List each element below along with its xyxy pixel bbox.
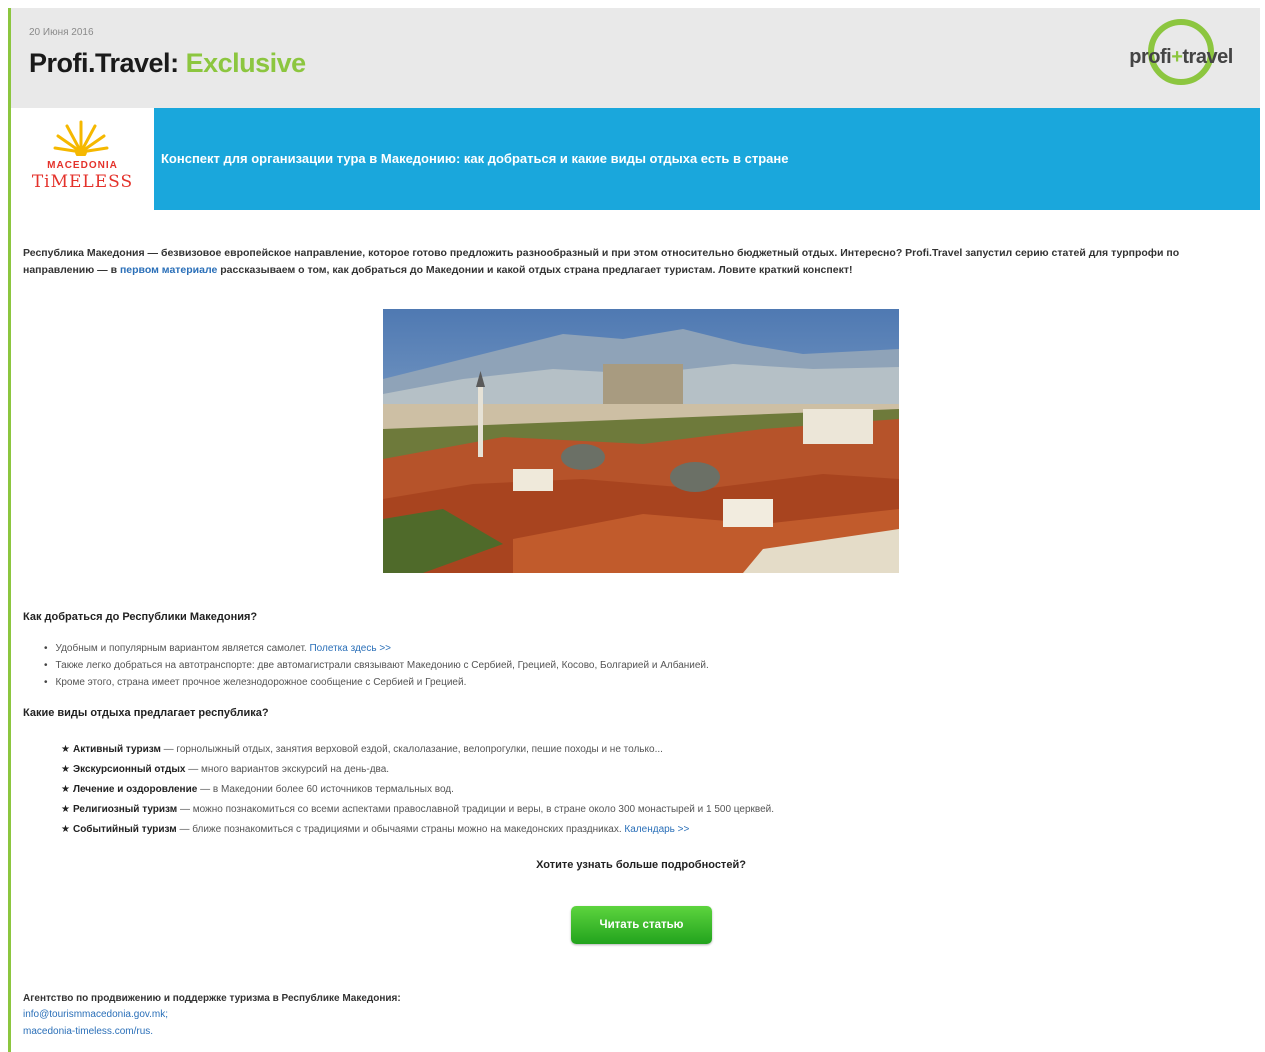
intro-paragraph: Республика Македония — безвизовое европе…: [23, 245, 1248, 279]
article-banner[interactable]: MACEDONIA TiMELESS Конспект для организа…: [11, 108, 1260, 210]
logo-line-2: TiMELESS: [31, 172, 134, 192]
list-item: Также легко добраться на автотранспорте:…: [44, 657, 709, 674]
star-icon: ★: [61, 824, 70, 835]
email-frame: 20 Июня 2016 Profi.Travel: Exclusive pro…: [8, 8, 1260, 1052]
logo-line-1: MACEDONIA: [47, 160, 118, 171]
logo-plus: +: [1171, 46, 1183, 68]
logo-text-right: travel: [1182, 46, 1233, 68]
list-item: Удобным и популярным вариантом является …: [44, 640, 709, 657]
skopje-city-photo[interactable]: [383, 309, 899, 573]
how-to-get-list: Удобным и популярным вариантом является …: [44, 640, 709, 691]
star-icon: ★: [61, 764, 70, 775]
newsletter-title: Profi.Travel: Exclusive: [29, 48, 306, 79]
email-header: 20 Июня 2016 Profi.Travel: Exclusive pro…: [11, 8, 1260, 108]
title-accent: Exclusive: [185, 48, 307, 78]
tour-types-heading: Какие виды отдыха предлагает республика?: [23, 707, 269, 719]
agency-email-link[interactable]: info@tourismmacedonia.gov.mk;: [23, 1009, 168, 1020]
first-article-link[interactable]: первом материале: [120, 264, 217, 276]
banner-headline[interactable]: Конспект для организации тура в Македони…: [161, 151, 789, 166]
sun-icon: [53, 120, 109, 156]
issue-date: 20 Июня 2016: [29, 27, 94, 38]
title-main: Profi.Travel:: [29, 48, 186, 78]
list-item: ★ Лечение и оздоровление — в Македонии бо…: [61, 784, 454, 795]
macedonia-timeless-logo: MACEDONIA TiMELESS: [11, 108, 154, 210]
how-to-get-heading: Как добраться до Республики Македония?: [23, 611, 258, 623]
banner-headline-box[interactable]: Конспект для организации тура в Македони…: [154, 108, 1260, 210]
agency-site-link[interactable]: macedonia-timeless.com/rus.: [23, 1026, 153, 1037]
star-icon: ★: [61, 744, 70, 755]
list-item: ★ Религиозный туризм — можно познакомитьс…: [61, 804, 775, 815]
star-icon: ★: [61, 804, 70, 815]
star-icon: ★: [61, 784, 70, 795]
read-article-button[interactable]: Читать статью: [571, 906, 712, 944]
profi-travel-logo[interactable]: profi+travel: [1116, 16, 1246, 100]
tour-types-list: ★ Активный туризм — горнолыжный отдых, за…: [61, 740, 774, 840]
list-item: ★ Экскурсионный отдых — много вариантов э…: [61, 764, 390, 775]
more-details-question: Хотите узнать больше подробностей?: [536, 859, 746, 871]
agency-title: Агентство по продвижению и поддержке тур…: [23, 993, 401, 1004]
list-item: ★ Активный туризм — горнолыжный отдых, за…: [61, 744, 663, 755]
city-photo-illustration: [383, 309, 899, 573]
intro-text-2: рассказываем о том, как добраться до Мак…: [217, 264, 853, 276]
logo-text-left: profi: [1129, 46, 1172, 68]
flights-link[interactable]: Полетка здесь >>: [309, 643, 391, 654]
calendar-link[interactable]: Календарь >>: [624, 824, 689, 835]
list-item: ★ Событийный туризм — ближе познакомиться…: [61, 824, 690, 835]
list-item: Кроме этого, страна имеет прочное железн…: [44, 674, 709, 691]
